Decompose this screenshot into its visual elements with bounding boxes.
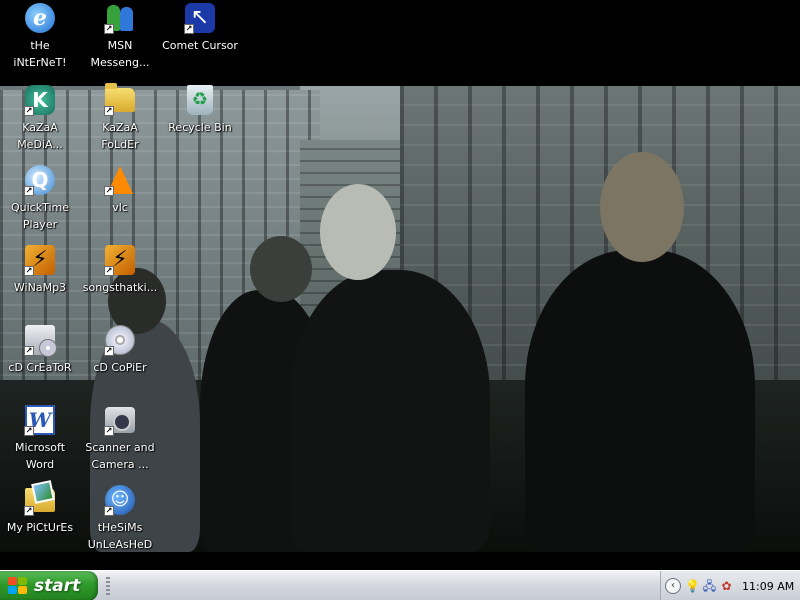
desktop-icon-label: My PiCtUrEs — [6, 521, 74, 534]
shortcut-arrow-icon: ↗ — [104, 346, 114, 356]
shortcut-arrow-icon: ↗ — [184, 24, 194, 34]
desktop-icon-kazaa-folder[interactable]: ↗ KaZaA FoLdEr — [80, 83, 160, 153]
desktop-icon-label: Microsoft Word — [14, 441, 66, 471]
desktop-icon-label: vlc — [112, 201, 128, 214]
desktop-icon-sims[interactable]: ☺ ↗ tHeSiMs UnLeAsHeD — [80, 484, 160, 553]
shortcut-arrow-icon: ↗ — [24, 426, 34, 436]
desktop-icon-label: tHeSiMs UnLeAsHeD — [87, 521, 153, 551]
recycle-bin-icon: ♻ — [187, 85, 213, 115]
clock[interactable]: 11:09 AM — [742, 580, 794, 593]
system-tray: ‹ 💡 🖧 ✿ 11:09 AM — [660, 571, 800, 600]
desktop-icon-recycle-bin[interactable]: ♻ Recycle Bin — [160, 84, 240, 136]
start-button-label: start — [34, 576, 81, 596]
internet-explorer-icon: e — [25, 3, 55, 33]
shortcut-arrow-icon: ↗ — [24, 266, 34, 276]
shortcut-arrow-icon: ↗ — [104, 24, 114, 34]
shortcut-arrow-icon: ↗ — [104, 506, 114, 516]
desktop-icons: e tHe iNtErNeT! ↗ MSN Messeng... ↖ ↗ Comet… — [0, 0, 800, 570]
desktop-icon-label: Comet Cursor — [162, 39, 238, 52]
desktop-icon-label: Scanner and Camera ... — [85, 441, 155, 471]
desktop-icon-internet[interactable]: e tHe iNtErNeT! — [0, 2, 80, 71]
desktop-icon-label: Recycle Bin — [168, 121, 232, 134]
desktop-icon-msn-messenger[interactable]: ↗ MSN Messeng... — [80, 2, 160, 71]
desktop-icon-vlc[interactable]: ↗ vlc — [80, 164, 160, 216]
taskbar-grip[interactable] — [106, 577, 110, 595]
shortcut-arrow-icon: ↗ — [24, 186, 34, 196]
windows-flag-icon — [8, 577, 28, 595]
start-button[interactable]: start — [0, 571, 98, 600]
desktop-icon-cd-copier[interactable]: ↗ cD CoPiEr — [80, 324, 160, 376]
shortcut-arrow-icon: ↗ — [104, 106, 114, 116]
chevron-left-icon[interactable]: ‹ — [665, 578, 681, 594]
desktop-icon-kazaa-media[interactable]: K ↗ KaZaA MeDiA... — [0, 84, 80, 153]
lightbulb-icon[interactable]: 💡 — [685, 579, 700, 594]
desktop-icon-label: KaZaA FoLdEr — [101, 121, 139, 151]
shortcut-arrow-icon: ↗ — [104, 186, 114, 196]
desktop-icon-pictures[interactable]: ↗ My PiCtUrEs — [0, 484, 80, 536]
desktop-icon-label: songsthatki... — [82, 281, 158, 294]
desktop-icon-scanner[interactable]: ↗ Scanner and Camera ... — [80, 404, 160, 473]
desktop-icon-label: cD CoPiEr — [93, 361, 147, 374]
desktop-icon-cd-creator[interactable]: ↗ cD CrEaToR — [0, 324, 80, 376]
desktop-icon-winamp[interactable]: ⚡ ↗ WiNaMp3 — [0, 244, 80, 296]
shortcut-arrow-icon: ↗ — [104, 426, 114, 436]
messenger-tray-icon[interactable]: ✿ — [719, 579, 734, 594]
desktop-icon-label: KaZaA MeDiA... — [17, 121, 63, 151]
desktop-icon-quicktime[interactable]: Q ↗ QuickTime Player — [0, 164, 80, 233]
network-icon[interactable]: 🖧 — [702, 579, 717, 594]
desktop-icon-label: WiNaMp3 — [13, 281, 67, 294]
desktop-icon-word[interactable]: W ↗ Microsoft Word — [0, 404, 80, 473]
desktop-icon-label: cD CrEaToR — [8, 361, 72, 374]
shortcut-arrow-icon: ↗ — [104, 266, 114, 276]
desktop-icon-label: QuickTime Player — [10, 201, 70, 231]
taskbar: start ‹ 💡 🖧 ✿ 11:09 AM — [0, 570, 800, 600]
desktop-icon-songs[interactable]: ⚡ ↗ songsthatki... — [80, 244, 160, 296]
shortcut-arrow-icon: ↗ — [24, 106, 34, 116]
shortcut-arrow-icon: ↗ — [24, 346, 34, 356]
desktop-icon-comet-cursor[interactable]: ↖ ↗ Comet Cursor — [160, 2, 240, 54]
desktop-icon-label: MSN Messeng... — [90, 39, 150, 69]
shortcut-arrow-icon: ↗ — [24, 506, 34, 516]
desktop-icon-label: tHe iNtErNeT! — [13, 39, 67, 69]
